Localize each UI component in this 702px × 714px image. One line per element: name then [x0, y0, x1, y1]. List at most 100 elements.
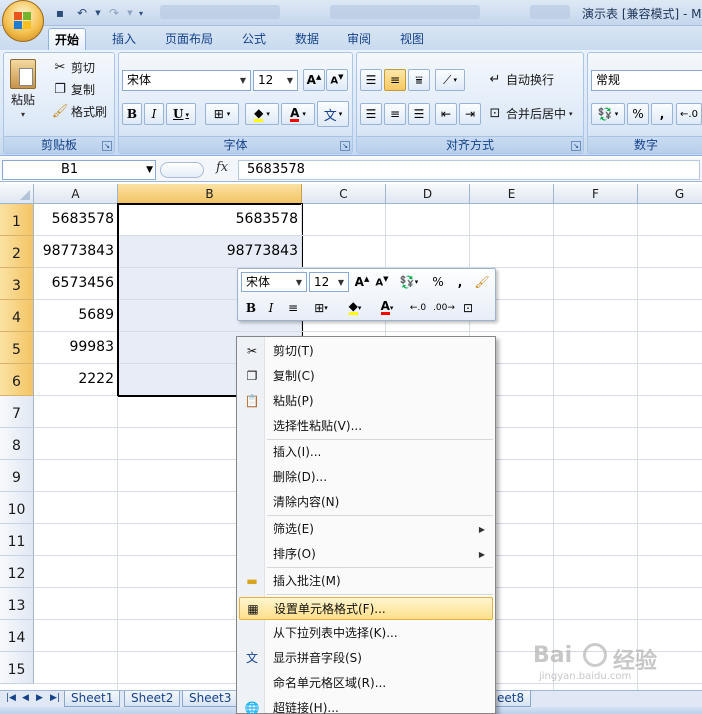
sheet-tab-2[interactable]: Sheet2 — [124, 691, 181, 707]
save-icon[interactable]: ▪ — [50, 4, 70, 22]
mini-grow-font-button[interactable]: A▲ — [352, 272, 372, 292]
phonetic-button[interactable]: 文 ▾ — [317, 101, 349, 127]
undo-icon[interactable]: ↶ — [72, 4, 92, 22]
menu-item-pick-from-list[interactable]: 从下拉列表中选择(K)... — [239, 622, 493, 645]
column-header-d[interactable]: D — [386, 184, 470, 204]
column-header-e[interactable]: E — [470, 184, 554, 204]
tab-page-layout[interactable]: 页面布局 — [159, 28, 219, 50]
increase-decimal-button[interactable]: ←.0 — [676, 103, 702, 125]
copy-button[interactable]: ❐ 复制 — [52, 81, 95, 98]
prev-sheet-icon[interactable]: ◀ — [22, 693, 29, 703]
redo-dropdown-icon[interactable]: ▼ — [126, 4, 134, 22]
mini-accounting-button[interactable]: 💱 ▾ — [394, 272, 424, 292]
tab-data[interactable]: 数据 — [289, 28, 325, 50]
cell-b2[interactable]: 98773843 — [118, 236, 302, 268]
decrease-indent-button[interactable]: ⇤ — [435, 103, 457, 125]
column-header-g[interactable]: G — [638, 184, 702, 204]
row-header[interactable]: 5 — [0, 332, 34, 364]
cell-a6[interactable]: 2222 — [34, 364, 118, 396]
row-header[interactable]: 2 — [0, 236, 34, 268]
borders-button[interactable]: ⊞ ▾ — [205, 103, 239, 125]
tab-formulas[interactable]: 公式 — [236, 28, 272, 50]
italic-button[interactable]: I — [144, 103, 164, 125]
formula-input[interactable]: 5683578 — [238, 160, 700, 180]
cut-button[interactable]: ✂ 剪切 — [52, 59, 95, 76]
menu-item-paste-special[interactable]: 选择性粘贴(V)... — [239, 415, 493, 438]
undo-dropdown-icon[interactable]: ▼ — [94, 4, 102, 22]
increase-indent-button[interactable]: ⇥ — [459, 103, 481, 125]
column-header-c[interactable]: C — [302, 184, 386, 204]
cell-a3[interactable]: 6573456 — [34, 268, 118, 300]
format-painter-button[interactable]: 🖌 格式刷 — [52, 103, 107, 120]
mini-font-name-combo[interactable]: 宋体 ▼ — [241, 272, 307, 292]
row-header[interactable]: 11 — [0, 524, 34, 556]
underline-button[interactable]: U ▾ — [166, 103, 196, 125]
paste-button[interactable]: 粘贴 ▾ — [10, 59, 36, 119]
row-header[interactable]: 13 — [0, 588, 34, 620]
accounting-format-button[interactable]: 💱 ▾ — [591, 103, 625, 125]
tab-insert[interactable]: 插入 — [106, 28, 142, 50]
mini-increase-decimal-button[interactable]: ←.0 — [406, 298, 430, 318]
mini-decrease-decimal-button[interactable]: .00→ — [432, 298, 456, 318]
align-bottom-button[interactable]: ⩸ — [408, 69, 430, 91]
row-header[interactable]: 4 — [0, 300, 34, 332]
column-header-a[interactable]: A — [34, 184, 118, 204]
row-header[interactable]: 7 — [0, 396, 34, 428]
font-color-button[interactable]: A ▾ — [281, 103, 315, 125]
menu-item-clear-contents[interactable]: 清除内容(N) — [239, 491, 493, 514]
font-size-combo[interactable]: 12 ▼ — [253, 70, 298, 91]
number-format-combo[interactable]: 常规 — [591, 70, 702, 91]
mini-shrink-font-button[interactable]: A▼ — [372, 272, 392, 292]
row-header[interactable]: 12 — [0, 556, 34, 588]
tab-home[interactable]: 开始 — [48, 28, 87, 50]
wrap-text-button[interactable]: ↵ 自动换行 — [487, 71, 554, 88]
sheet-tab-8[interactable]: eet8 — [490, 691, 532, 707]
bold-button[interactable]: B — [122, 103, 142, 125]
name-box[interactable]: B1 ▼ — [2, 160, 156, 180]
row-header[interactable]: 9 — [0, 460, 34, 492]
menu-item-delete[interactable]: 删除(D)... — [239, 466, 493, 489]
insert-function-icon[interactable]: fx — [216, 160, 228, 175]
tab-view[interactable]: 视图 — [394, 28, 430, 50]
row-header[interactable]: 15 — [0, 652, 34, 684]
mini-bold-button[interactable]: B — [241, 298, 261, 318]
mini-format-painter-button[interactable]: 🖌 — [472, 272, 492, 292]
fill-color-button[interactable]: ◆ ▾ — [245, 103, 279, 125]
grow-font-button[interactable]: A▲ — [303, 69, 325, 91]
row-header[interactable]: 6 — [0, 364, 34, 396]
first-sheet-icon[interactable]: |◀ — [6, 693, 16, 703]
font-launcher-icon[interactable]: ↘ — [340, 141, 350, 151]
menu-item-name-range[interactable]: 命名单元格区域(R)... — [239, 672, 493, 695]
percent-button[interactable]: % — [627, 103, 649, 125]
customize-toolbar-icon[interactable]: ▾ — [136, 4, 146, 22]
menu-item-insert-comment[interactable]: ▬ 插入批注(M) — [239, 570, 493, 593]
menu-item-format-cells[interactable]: ▦ 设置单元格格式(F)... — [239, 597, 493, 620]
tab-review[interactable]: 审阅 — [341, 28, 377, 50]
mini-borders-button[interactable]: ⊞ ▾ — [306, 298, 336, 318]
menu-item-hyperlink[interactable]: 🌐 超链接(H)... — [239, 697, 493, 714]
select-all-button[interactable] — [0, 184, 34, 204]
menu-item-sort[interactable]: 排序(O) ▶ — [239, 543, 493, 566]
office-button[interactable] — [2, 0, 44, 42]
next-sheet-icon[interactable]: ▶ — [36, 693, 43, 703]
menu-item-show-phonetic[interactable]: 文 显示拼音字段(S) — [239, 647, 493, 670]
row-header[interactable]: 1 — [0, 204, 34, 236]
shrink-font-button[interactable]: A▼ — [326, 69, 348, 91]
row-header[interactable]: 10 — [0, 492, 34, 524]
cell-b1[interactable]: 5683578 — [118, 204, 302, 236]
mini-font-color-button[interactable]: A ▾ — [372, 298, 402, 318]
comma-button[interactable]: , — [651, 103, 673, 125]
alignment-launcher-icon[interactable]: ↘ — [571, 141, 581, 151]
font-name-combo[interactable]: 宋体 ▼ — [122, 70, 251, 91]
sheet-tab-3[interactable]: Sheet3 — [182, 691, 239, 707]
formula-bar-resize-handle[interactable] — [160, 162, 204, 178]
align-center-button[interactable]: ≡ — [384, 103, 406, 125]
mini-fill-color-button[interactable]: ◆ ▾ — [340, 298, 370, 318]
cell-a4[interactable]: 5689 — [34, 300, 118, 332]
mini-comma-button[interactable]: , — [450, 272, 470, 292]
align-left-button[interactable]: ☰ — [360, 103, 382, 125]
mini-font-size-combo[interactable]: 12 ▼ — [309, 272, 349, 292]
menu-item-cut[interactable]: ✂ 剪切(T) — [239, 340, 493, 363]
clipboard-launcher-icon[interactable]: ↘ — [102, 141, 112, 151]
cell-a1[interactable]: 5683578 — [34, 204, 118, 236]
